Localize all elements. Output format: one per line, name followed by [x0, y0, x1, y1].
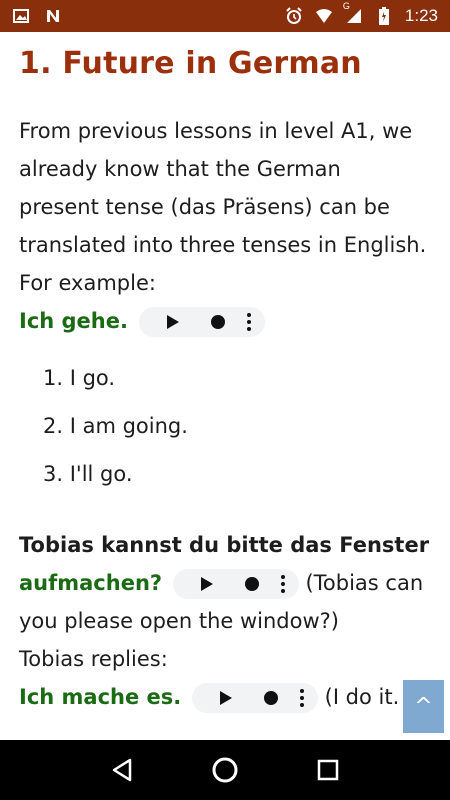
audio-player[interactable] [191, 683, 318, 713]
chevron-up-icon: ^ [414, 694, 433, 719]
page-title: 1. Future in German [19, 46, 362, 81]
wifi-icon [315, 7, 333, 25]
article-content[interactable]: 1. Future in German From previous lesson… [0, 32, 450, 740]
german-example: aufmachen? [19, 571, 163, 595]
translation-text: you please open the window?) [19, 609, 339, 633]
record-icon[interactable] [210, 315, 225, 329]
play-icon[interactable] [219, 691, 232, 705]
play-icon[interactable] [166, 315, 179, 329]
list-item: 2. I am going. [43, 414, 188, 438]
back-triangle-icon [112, 758, 131, 782]
example2-line2: aufmachen? (Tobias can [19, 564, 431, 602]
audio-player[interactable] [172, 569, 299, 599]
battery-icon [375, 7, 393, 25]
n-icon [44, 7, 62, 25]
reply-intro: Tobias replies: [19, 647, 168, 671]
example1-line: Ich gehe. [19, 302, 431, 340]
back-button[interactable] [102, 750, 142, 790]
translation-text: (Tobias can [305, 571, 424, 595]
intro-paragraph: From previous lessons in level A1, we al… [19, 112, 431, 340]
more-options-icon[interactable] [280, 575, 285, 593]
audio-player[interactable] [138, 307, 265, 337]
network-label: G [342, 1, 350, 11]
translation-list: 1. I go. 2. I am going. 3. I'll go. [43, 354, 431, 498]
status-bar: G 1:23 [0, 0, 450, 32]
signal-icon: G [343, 1, 363, 25]
list-item: 3. I'll go. [43, 462, 133, 486]
list-item: 1. I go. [43, 366, 116, 390]
intro-line: present tense (das Präsens) can be [19, 195, 390, 219]
alarm-icon [285, 7, 303, 25]
navigation-bar [0, 740, 450, 800]
example2-block: Tobias kannst du bitte das Fenster aufma… [19, 526, 431, 716]
intro-line: translated into three tenses in English. [19, 233, 427, 257]
intro-line: already know that the German [19, 157, 341, 181]
status-time: 1:23 [404, 6, 438, 25]
intro-line: For example: [19, 271, 156, 295]
scroll-to-top-button[interactable]: ^ [403, 680, 444, 733]
record-icon[interactable] [244, 577, 259, 591]
more-options-icon[interactable] [246, 313, 251, 331]
more-options-icon[interactable] [299, 689, 304, 707]
play-icon[interactable] [200, 577, 213, 591]
image-icon [12, 7, 30, 25]
example2-reply: Ich mache es. (I do it. / I [19, 678, 431, 716]
home-circle-icon [212, 757, 238, 783]
german-example: Ich gehe. [19, 309, 128, 333]
intro-line: From previous lessons in level A1, we [19, 119, 413, 143]
german-example: Ich mache es. [19, 685, 182, 709]
home-button[interactable] [205, 750, 245, 790]
recents-button[interactable] [308, 750, 348, 790]
recents-square-icon [318, 759, 339, 781]
record-icon[interactable] [263, 691, 278, 705]
german-example: Tobias kannst du bitte das Fenster [19, 533, 430, 557]
